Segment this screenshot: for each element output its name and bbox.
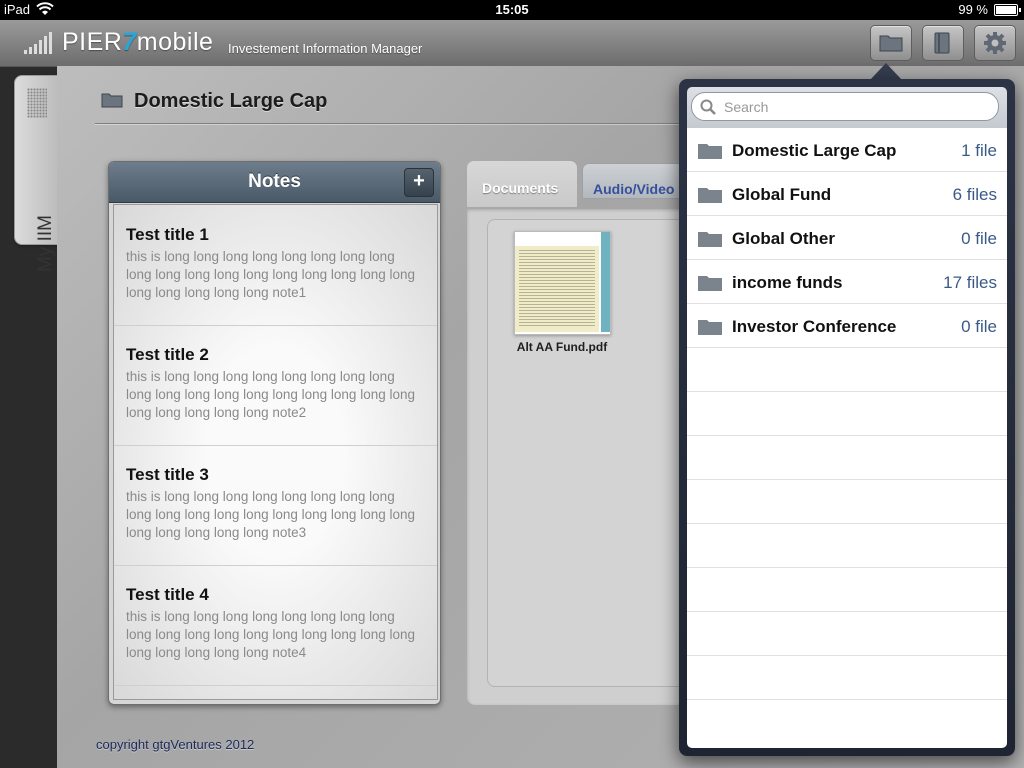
search-field[interactable] <box>691 92 999 121</box>
note-item[interactable]: Test title 3 this is long long long long… <box>114 445 437 566</box>
folder-row[interactable]: income funds 17 files <box>687 260 1007 304</box>
copyright-text: copyright gtgVentures 2012 <box>96 737 255 752</box>
empty-row <box>687 612 1007 656</box>
folder-icon <box>698 144 722 159</box>
my-iim-tab[interactable]: My IIM <box>14 75 58 272</box>
search-icon <box>700 99 716 115</box>
document-text-lines <box>519 250 595 328</box>
folder-icon <box>698 320 722 335</box>
folder-icon <box>698 276 722 291</box>
empty-row <box>687 568 1007 612</box>
note-title: Test title 3 <box>126 465 209 484</box>
folder-icon <box>101 93 123 108</box>
note-body: this is long long long long long long lo… <box>126 489 415 540</box>
book-icon <box>934 32 950 54</box>
folder-row[interactable]: Global Fund 6 files <box>687 172 1007 216</box>
note-body: this is long long long long long long lo… <box>126 609 415 660</box>
library-button[interactable] <box>922 25 964 61</box>
notes-title: Notes <box>248 171 301 192</box>
search-bar <box>687 87 1007 128</box>
folder-count: 0 file <box>961 229 997 248</box>
empty-row <box>687 524 1007 568</box>
tab-documents-label: Documents <box>482 180 559 196</box>
tab-documents[interactable]: Documents <box>467 161 577 207</box>
note-title: Test title 1 <box>126 225 209 244</box>
notes-header: Notes + <box>109 162 440 203</box>
note-title: Test title 2 <box>126 345 209 364</box>
empty-row <box>687 656 1007 700</box>
folder-name: Global Fund <box>732 185 832 204</box>
battery-percent: 99 % <box>958 2 988 17</box>
folder-count: 0 file <box>961 317 997 336</box>
popover-arrow <box>870 63 902 80</box>
app-logo: PIER7mobile <box>62 28 214 56</box>
folder-count: 17 files <box>943 273 997 292</box>
note-body: this is long long long long long long lo… <box>126 369 415 420</box>
signal-bars-icon <box>24 32 52 54</box>
tab-audio-video[interactable]: Audio/Video <box>582 163 694 199</box>
app-title-bar: PIER7mobile Investement Information Mana… <box>0 20 1024 67</box>
folder-name: Domestic Large Cap <box>732 141 897 160</box>
folder-count: 6 files <box>952 185 997 204</box>
divider <box>95 123 755 124</box>
folder-row[interactable]: Domestic Large Cap 1 file <box>687 128 1007 172</box>
page-title: Domestic Large Cap <box>134 90 328 112</box>
folder-name: Investor Conference <box>732 317 897 336</box>
folder-row[interactable]: Investor Conference 0 file <box>687 304 1007 348</box>
tab-audio-video-label: Audio/Video <box>593 181 675 197</box>
document-name[interactable]: Alt AA Fund.pdf <box>502 340 622 354</box>
notes-list: Test title 1 this is long long long long… <box>113 204 438 700</box>
grip-handle-icon <box>27 88 47 118</box>
gear-icon <box>984 32 1006 54</box>
folders-button[interactable] <box>870 25 912 61</box>
note-item[interactable]: Test title 1 this is long long long long… <box>114 205 437 326</box>
folders-popover: Domestic Large Cap 1 file Global Fund 6 … <box>679 79 1015 756</box>
folder-row[interactable]: Global Other 0 file <box>687 216 1007 260</box>
empty-row <box>687 436 1007 480</box>
note-title: Test title 4 <box>126 585 209 604</box>
document-thumbnail[interactable] <box>514 231 611 335</box>
folder-icon <box>698 188 722 203</box>
search-input[interactable] <box>722 97 986 117</box>
folder-name: Global Other <box>732 229 835 248</box>
status-bar: iPad 15:05 99 % <box>0 0 1024 20</box>
folder-icon <box>698 232 722 247</box>
empty-row <box>687 348 1007 392</box>
add-note-button[interactable]: + <box>404 168 434 197</box>
my-iim-label: My IIM <box>35 215 56 272</box>
note-body: this is long long long long long long lo… <box>126 249 415 300</box>
document-color-strip <box>601 232 610 332</box>
app-subtitle: Investement Information Manager <box>228 41 423 56</box>
note-item[interactable]: Test title 2 this is long long long long… <box>114 325 437 446</box>
folder-icon <box>879 35 903 52</box>
clock: 15:05 <box>495 2 529 17</box>
battery-icon <box>994 4 1021 16</box>
notes-panel: Notes + Test title 1 this is long long l… <box>108 161 441 705</box>
note-item[interactable]: Test title 4 this is long long long long… <box>114 565 437 686</box>
empty-row <box>687 480 1007 524</box>
folder-count: 1 file <box>961 141 997 160</box>
empty-row <box>687 392 1007 436</box>
folder-name: income funds <box>732 273 843 292</box>
settings-button[interactable] <box>974 25 1016 61</box>
folder-list: Domestic Large Cap 1 file Global Fund 6 … <box>687 128 1007 748</box>
